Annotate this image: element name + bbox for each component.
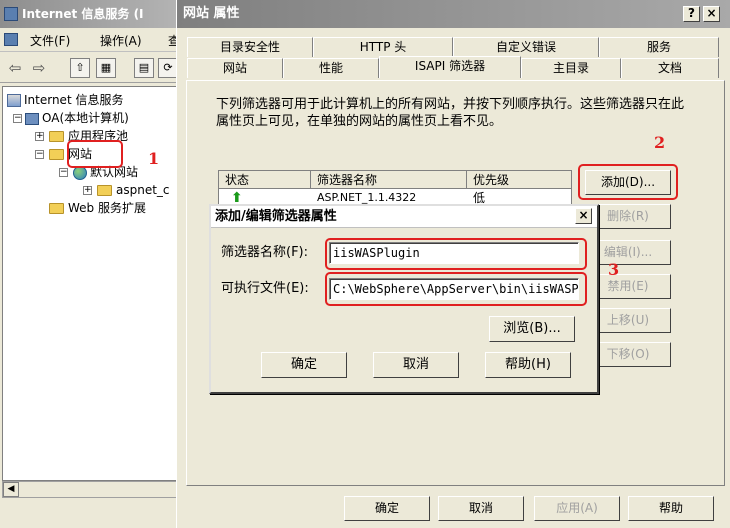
close-button[interactable]: × xyxy=(703,6,720,22)
tree-item-aspnet-client[interactable]: aspnet_c xyxy=(97,181,170,199)
filter-name-label: 筛选器名称(F): xyxy=(221,245,309,260)
menu-file[interactable]: 文件(F) xyxy=(30,32,70,49)
help-button[interactable]: ? xyxy=(683,6,700,22)
mmc-console-icon[interactable] xyxy=(4,33,18,46)
annotation-step-1: 1 xyxy=(148,149,160,168)
iis-manager-window: Internet 信息服务 (I 文件(F) 操作(A) 查 ⇦ ⇨ ⇧ ▦ ▤… xyxy=(0,0,180,528)
expand-server-icon[interactable]: − xyxy=(13,114,22,123)
tab-website[interactable]: 网站 xyxy=(187,58,283,78)
annotation-box-websites xyxy=(67,140,123,168)
folder-icon xyxy=(49,203,64,214)
annotation-box-filter-name xyxy=(325,238,587,270)
tab-http-headers[interactable]: HTTP 头 xyxy=(313,37,453,57)
tab-isapi-filters[interactable]: ISAPI 筛选器 xyxy=(379,56,521,78)
folder-icon xyxy=(97,185,112,196)
properties-help-button[interactable]: 帮助 xyxy=(628,496,714,521)
properties-cancel-button[interactable]: 取消 xyxy=(438,496,524,521)
edit-ok-button[interactable]: 确定 xyxy=(261,352,347,378)
executable-label: 可执行文件(E): xyxy=(221,281,309,296)
tab-documents[interactable]: 文档 xyxy=(621,58,719,78)
properties-title-bar: 网站 属性 ? × xyxy=(177,0,730,28)
expand-websites-icon[interactable]: − xyxy=(35,150,44,159)
properties-apply-button[interactable]: 应用(A) xyxy=(534,496,620,521)
properties-icon[interactable]: ▤ xyxy=(134,58,154,78)
tab-custom-errors[interactable]: 自定义错误 xyxy=(453,37,599,57)
tab-home-directory[interactable]: 主目录 xyxy=(521,58,621,78)
column-priority[interactable]: 优先级 xyxy=(467,171,571,189)
edit-help-button[interactable]: 帮助(H) xyxy=(485,352,571,378)
folder-icon xyxy=(49,149,64,160)
properties-ok-button[interactable]: 确定 xyxy=(344,496,430,521)
tab-service[interactable]: 服务 xyxy=(599,37,719,57)
iis-services-icon xyxy=(7,94,21,107)
tab-directory-security[interactable]: 目录安全性 xyxy=(187,37,313,57)
edit-dialog-close-button[interactable]: × xyxy=(575,208,592,224)
back-arrow-icon[interactable]: ⇦ xyxy=(6,58,24,78)
menu-action[interactable]: 操作(A) xyxy=(100,32,142,49)
column-filter-name[interactable]: 筛选器名称 xyxy=(311,171,467,189)
expand-app-pools-icon[interactable]: + xyxy=(35,132,44,141)
annotation-box-add-button xyxy=(578,164,678,200)
column-status[interactable]: 状态 xyxy=(219,171,311,189)
edit-filter-title-text: 添加/编辑筛选器属性 xyxy=(215,209,337,224)
expand-default-site-icon[interactable]: − xyxy=(59,168,68,177)
expand-aspnet-client-icon[interactable]: + xyxy=(83,186,92,195)
forward-arrow-icon[interactable]: ⇨ xyxy=(30,58,48,78)
tree-item-server[interactable]: OA(本地计算机) xyxy=(25,109,129,127)
tree-item-web-service-extensions[interactable]: Web 服务扩展 xyxy=(49,199,146,217)
annotation-step-2: 2 xyxy=(654,133,666,152)
folder-icon xyxy=(49,131,64,142)
tab-performance[interactable]: 性能 xyxy=(283,58,379,78)
up-folder-icon[interactable]: ⇧ xyxy=(70,58,90,78)
iis-app-icon xyxy=(4,7,18,21)
iis-title-text: Internet 信息服务 (I xyxy=(22,7,144,21)
filters-description: 下列筛选器可用于此计算机上的所有网站，并按下列顺序执行。这些筛选器只在此属性页上… xyxy=(216,97,685,129)
edit-filter-title-bar: 添加/编辑筛选器属性 × xyxy=(211,206,597,228)
annotation-box-executable xyxy=(325,272,587,306)
iis-title-bar: Internet 信息服务 (I xyxy=(0,0,180,28)
annotation-step-3: 3 xyxy=(608,260,620,279)
browse-button[interactable]: 浏览(B)... xyxy=(489,316,575,342)
tree-item-iis-root[interactable]: Internet 信息服务 xyxy=(7,91,123,109)
iis-menu-bar: 文件(F) 操作(A) 查 xyxy=(0,28,180,52)
tree-horizontal-scrollbar[interactable]: ◀ xyxy=(2,481,178,498)
properties-title-text: 网站 属性 xyxy=(183,6,240,21)
show-tree-icon[interactable]: ▦ xyxy=(96,58,116,78)
edit-cancel-button[interactable]: 取消 xyxy=(373,352,459,378)
refresh-icon[interactable]: ⟳ xyxy=(158,58,178,78)
computer-icon xyxy=(25,112,39,125)
scroll-left-icon[interactable]: ◀ xyxy=(3,482,19,497)
iis-toolbar: ⇦ ⇨ ⇧ ▦ ▤ ⟳ xyxy=(0,53,180,83)
